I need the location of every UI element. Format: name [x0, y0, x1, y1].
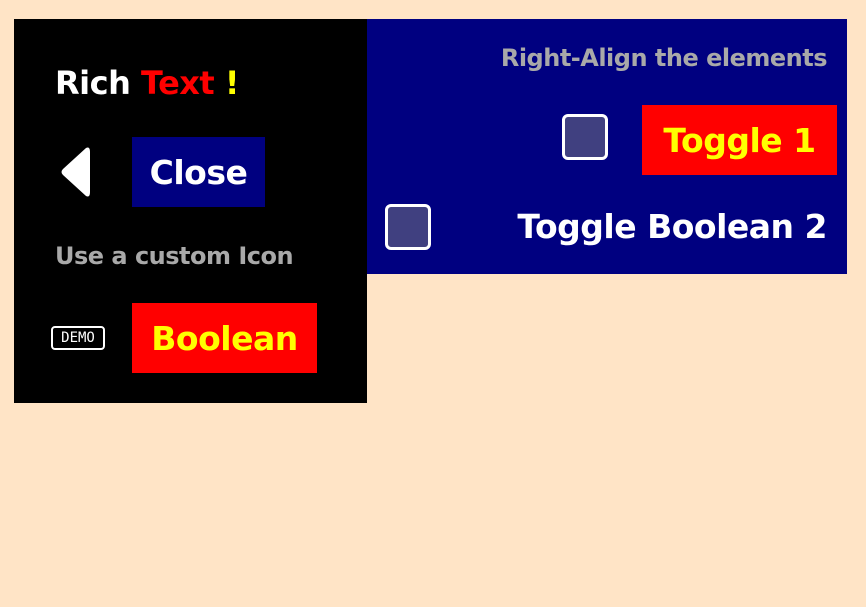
chevron-left-icon[interactable] [60, 146, 90, 198]
left-panel: Rich Text ! Close Use a custom Icon DEMO… [14, 19, 367, 403]
close-button[interactable]: Close [132, 137, 265, 207]
right-panel: Right-Align the elements Toggle 1 Toggle… [367, 19, 847, 274]
demo-icon: DEMO [51, 326, 105, 350]
toggle-2-checkbox[interactable] [385, 204, 431, 250]
toggle-2-label[interactable]: Toggle Boolean 2 [517, 207, 827, 247]
toggle-1-checkbox[interactable] [562, 114, 608, 160]
boolean-toggle[interactable]: Boolean [132, 303, 317, 373]
rich-text-part-yellow: ! [224, 64, 240, 102]
rich-text-part-red: Text [141, 64, 225, 102]
custom-icon-label: Use a custom Icon [55, 242, 294, 270]
rich-text-part-white: Rich [55, 64, 141, 102]
toggle-1-button[interactable]: Toggle 1 [642, 105, 837, 175]
right-align-title: Right-Align the elements [500, 44, 828, 72]
rich-text-label: Rich Text ! [55, 63, 239, 103]
